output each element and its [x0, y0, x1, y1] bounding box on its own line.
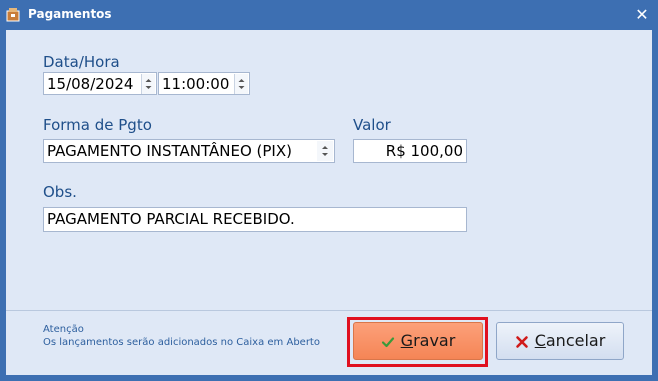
cancel-button-label: Cancelar	[534, 331, 606, 350]
pagamentos-dialog: Pagamentos ✕ Data/Hora 15/08/2024 11:00:…	[0, 0, 658, 381]
amount-value: R$ 100,00	[385, 142, 463, 160]
amount-label: Valor	[353, 116, 391, 134]
title-bar[interactable]: Pagamentos ✕	[0, 0, 658, 30]
save-button-label: Gravar	[400, 331, 456, 350]
obs-value: PAGAMENTO PARCIAL RECEBIDO.	[47, 210, 295, 228]
obs-input[interactable]: PAGAMENTO PARCIAL RECEBIDO.	[43, 207, 467, 232]
amount-input[interactable]: R$ 100,00	[353, 139, 467, 163]
note-text: Os lançamentos serão adicionados no Caix…	[43, 337, 320, 348]
spin-down-icon	[238, 86, 245, 89]
payment-method-label: Forma de Pgto	[43, 116, 152, 134]
footer-divider	[6, 310, 652, 311]
app-icon	[6, 7, 21, 22]
payment-method-value: PAGAMENTO INSTANTÂNEO (PIX)	[47, 142, 292, 160]
x-icon	[515, 323, 529, 359]
date-spinner[interactable]	[141, 74, 155, 94]
time-input[interactable]: 11:00:00	[158, 72, 250, 95]
date-input[interactable]: 15/08/2024	[43, 72, 157, 95]
spin-up-icon	[238, 79, 245, 82]
close-icon[interactable]: ✕	[632, 5, 652, 25]
date-value: 15/08/2024	[47, 75, 134, 93]
time-value: 11:00:00	[162, 75, 230, 93]
obs-label: Obs.	[43, 183, 77, 201]
cancel-button[interactable]: Cancelar	[496, 322, 624, 360]
dropdown-icon[interactable]	[317, 141, 333, 161]
note-title: Atenção	[43, 324, 84, 335]
spin-down-icon	[145, 86, 152, 89]
window-title: Pagamentos	[28, 7, 112, 21]
save-button[interactable]: Gravar	[353, 322, 483, 360]
time-spinner[interactable]	[234, 74, 248, 94]
payment-method-select[interactable]: PAGAMENTO INSTANTÂNEO (PIX)	[43, 139, 335, 163]
check-icon	[381, 323, 395, 359]
datetime-label: Data/Hora	[43, 53, 120, 71]
spin-up-icon	[145, 79, 152, 82]
